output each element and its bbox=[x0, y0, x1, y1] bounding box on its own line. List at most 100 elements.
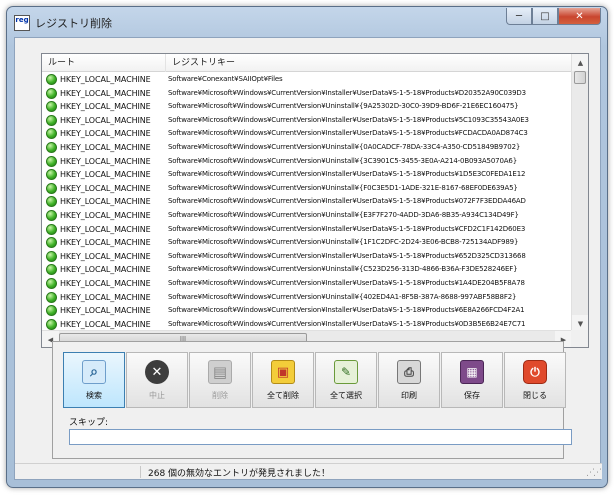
cell-registry-key: Software¥Microsoft¥Windows¥CurrentVersio… bbox=[168, 115, 529, 124]
column-header-root[interactable]: ルート bbox=[42, 54, 166, 72]
green-ok-icon bbox=[46, 277, 57, 289]
list-item[interactable]: HKEY_LOCAL_MACHINE Software¥Microsoft¥Win… bbox=[42, 304, 572, 318]
list-item[interactable]: HKEY_LOCAL_MACHINE Software¥Microsoft¥Win… bbox=[42, 114, 572, 128]
green-ok-icon bbox=[46, 264, 57, 276]
maximize-button[interactable]: □ bbox=[532, 8, 558, 25]
delete-all-button[interactable]: ▣ 全て削除 bbox=[252, 352, 314, 408]
button-label: 閉じる bbox=[523, 391, 547, 400]
cell-root: HKEY_LOCAL_MACHINE bbox=[60, 115, 151, 125]
cell-root: HKEY_LOCAL_MACHINE bbox=[60, 224, 151, 234]
list-item[interactable]: HKEY_LOCAL_MACHINE Software¥Microsoft¥Win… bbox=[42, 141, 572, 155]
stop-button[interactable]: ✕ 中止 bbox=[126, 352, 188, 408]
list-item[interactable]: HKEY_LOCAL_MACHINE Software¥Microsoft¥Win… bbox=[42, 236, 572, 250]
column-header-key[interactable]: レジストリキー bbox=[166, 54, 572, 72]
list-item[interactable]: HKEY_LOCAL_MACHINE Software¥Microsoft¥Win… bbox=[42, 195, 572, 209]
minimize-button[interactable]: ─ bbox=[506, 8, 532, 25]
status-pane-left bbox=[15, 466, 141, 478]
button-label: 全て削除 bbox=[267, 391, 299, 400]
green-ok-icon bbox=[46, 318, 57, 330]
list-item[interactable]: HKEY_LOCAL_MACHINE Software¥Microsoft¥Win… bbox=[42, 127, 572, 141]
window-title: レジストリ削除 bbox=[35, 17, 112, 30]
caption-buttons: ─ □ ✕ bbox=[506, 8, 601, 25]
green-ok-icon bbox=[46, 114, 57, 126]
title-bar[interactable]: reg レジストリ削除 ─ □ ✕ bbox=[7, 7, 607, 37]
cell-root: HKEY_LOCAL_MACHINE bbox=[60, 75, 151, 84]
list-item[interactable]: HKEY_LOCAL_MACHINE Software¥Microsoft¥Win… bbox=[42, 87, 572, 101]
button-label: 印刷 bbox=[401, 391, 417, 400]
green-ok-icon bbox=[46, 182, 57, 194]
cell-registry-key: Software¥Microsoft¥Windows¥CurrentVersio… bbox=[168, 292, 517, 301]
cell-root: HKEY_LOCAL_MACHINE bbox=[60, 197, 151, 207]
cell-registry-key: Software¥Microsoft¥Windows¥CurrentVersio… bbox=[168, 170, 526, 179]
green-ok-icon bbox=[46, 169, 57, 181]
cell-registry-key: Software¥Microsoft¥Windows¥CurrentVersio… bbox=[168, 156, 518, 165]
app-window: reg レジストリ削除 ─ □ ✕ ルート レジストリキー HKEY_LOCAL… bbox=[6, 6, 608, 488]
cell-registry-key: Software¥Microsoft¥Windows¥CurrentVersio… bbox=[168, 129, 528, 138]
cell-root: HKEY_LOCAL_MACHINE bbox=[60, 238, 151, 248]
cell-registry-key: Software¥Microsoft¥Windows¥CurrentVersio… bbox=[168, 251, 526, 260]
cell-root: HKEY_LOCAL_MACHINE bbox=[60, 156, 151, 166]
cell-root: HKEY_LOCAL_MACHINE bbox=[60, 129, 151, 139]
skip-label: スキップ: bbox=[69, 418, 109, 428]
cell-root: HKEY_LOCAL_MACHINE bbox=[60, 210, 151, 220]
delete-button[interactable]: ▤ 削除 bbox=[189, 352, 251, 408]
cell-root: HKEY_LOCAL_MACHINE bbox=[60, 88, 151, 98]
list-header: ルート レジストリキー bbox=[42, 54, 572, 72]
cell-registry-key: Software¥Microsoft¥Windows¥CurrentVersio… bbox=[168, 102, 519, 111]
cell-registry-key: Software¥Microsoft¥Windows¥CurrentVersio… bbox=[168, 197, 526, 206]
green-ok-icon bbox=[46, 237, 57, 249]
skip-input[interactable] bbox=[69, 429, 572, 445]
close-button[interactable]: ✕ bbox=[558, 8, 601, 25]
vertical-scroll-thumb[interactable] bbox=[574, 71, 586, 84]
green-ok-icon bbox=[46, 87, 57, 99]
list-item[interactable]: HKEY_LOCAL_MACHINE Software¥Microsoft¥Win… bbox=[42, 277, 572, 291]
green-ok-icon bbox=[46, 223, 57, 235]
cell-registry-key: Software¥Microsoft¥Windows¥CurrentVersio… bbox=[168, 306, 525, 315]
status-bar: 268 個の無効なエントリが発見されました！ ⋰⋰ bbox=[15, 463, 602, 479]
print-button[interactable]: ⎙ 印刷 bbox=[378, 352, 440, 408]
cell-root: HKEY_LOCAL_MACHINE bbox=[60, 142, 151, 152]
list-item[interactable]: HKEY_LOCAL_MACHINE Software¥Microsoft¥Win… bbox=[42, 168, 572, 182]
list-item[interactable]: HKEY_LOCAL_MACHINE Software¥Microsoft¥Win… bbox=[42, 100, 572, 114]
search-icon: ⌕ bbox=[82, 360, 106, 384]
registry-list[interactable]: ルート レジストリキー HKEY_LOCAL_MACHINE Software¥C… bbox=[41, 53, 589, 348]
green-ok-icon bbox=[46, 128, 57, 140]
select-all-button[interactable]: ✎ 全て選択 bbox=[315, 352, 377, 408]
green-ok-icon bbox=[46, 141, 57, 153]
cell-root: HKEY_LOCAL_MACHINE bbox=[60, 251, 151, 261]
close-app-button[interactable]: ⏻ 閉じる bbox=[504, 352, 566, 408]
client-area: ルート レジストリキー HKEY_LOCAL_MACHINE Software¥C… bbox=[14, 37, 602, 480]
button-label: 検索 bbox=[86, 391, 102, 400]
cell-root: HKEY_LOCAL_MACHINE bbox=[60, 306, 151, 316]
list-item[interactable]: HKEY_LOCAL_MACHINE Software¥Microsoft¥Win… bbox=[42, 182, 572, 196]
list-item[interactable]: HKEY_LOCAL_MACHINE Software¥Microsoft¥Win… bbox=[42, 250, 572, 264]
cell-root: HKEY_LOCAL_MACHINE bbox=[60, 170, 151, 180]
cell-root: HKEY_LOCAL_MACHINE bbox=[60, 292, 151, 302]
close-app-icon: ⏻ bbox=[523, 360, 547, 384]
save-icon: ▦ bbox=[460, 360, 484, 384]
cell-registry-key: Software¥Microsoft¥Windows¥CurrentVersio… bbox=[168, 224, 526, 233]
cell-registry-key: Software¥Microsoft¥Windows¥CurrentVersio… bbox=[168, 183, 518, 192]
search-button[interactable]: ⌕ 検索 bbox=[63, 352, 125, 408]
list-item[interactable]: HKEY_LOCAL_MACHINE Software¥Microsoft¥Win… bbox=[42, 223, 572, 237]
list-item[interactable]: HKEY_LOCAL_MACHINE Software¥Microsoft¥Win… bbox=[42, 209, 572, 223]
list-item[interactable]: HKEY_LOCAL_MACHINE Software¥Microsoft¥Win… bbox=[42, 263, 572, 277]
green-ok-icon bbox=[46, 101, 57, 113]
green-ok-icon bbox=[46, 155, 57, 167]
resize-grip-icon[interactable]: ⋰⋰ bbox=[586, 468, 602, 478]
vertical-scrollbar[interactable]: ▲ ▼ bbox=[571, 54, 588, 332]
list-item[interactable]: HKEY_LOCAL_MACHINE Software¥Conexant¥SAII… bbox=[42, 73, 572, 87]
scroll-up-icon[interactable]: ▲ bbox=[572, 54, 588, 71]
list-item[interactable]: HKEY_LOCAL_MACHINE Software¥Microsoft¥Win… bbox=[42, 155, 572, 169]
green-ok-icon bbox=[46, 196, 57, 208]
status-message: 268 個の無効なエントリが発見されました！ bbox=[148, 469, 331, 479]
cell-registry-key: Software¥Microsoft¥Windows¥CurrentVersio… bbox=[168, 278, 525, 287]
list-item[interactable]: HKEY_LOCAL_MACHINE Software¥Microsoft¥Win… bbox=[42, 291, 572, 305]
cell-registry-key: Software¥Microsoft¥Windows¥CurrentVersio… bbox=[168, 210, 519, 219]
green-ok-icon bbox=[46, 291, 57, 303]
green-ok-icon bbox=[46, 209, 57, 221]
cell-registry-key: Software¥Microsoft¥Windows¥CurrentVersio… bbox=[168, 265, 518, 274]
save-button[interactable]: ▦ 保存 bbox=[441, 352, 503, 408]
select-all-icon: ✎ bbox=[334, 360, 358, 384]
scrollbar-corner bbox=[571, 330, 588, 347]
